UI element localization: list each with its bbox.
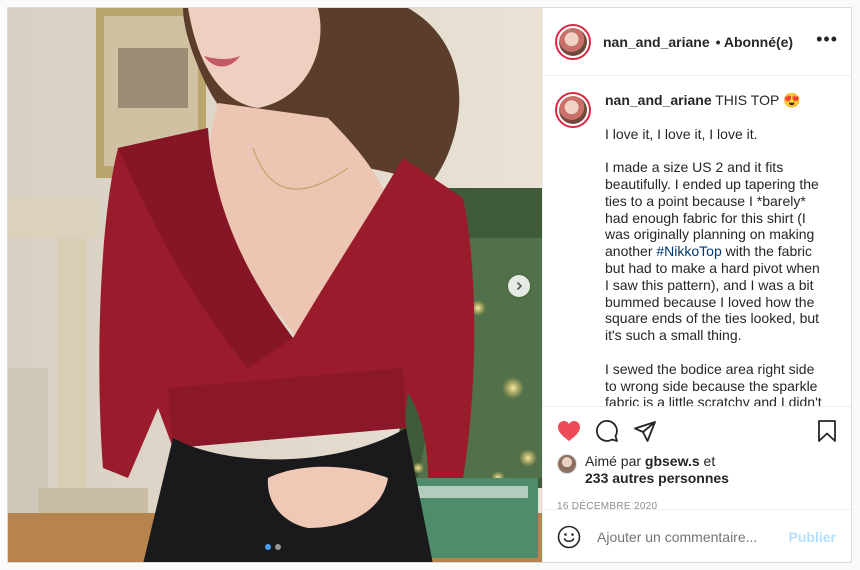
caption-row: nan_and_ariane THIS TOP 😍 I love it, I l… [555,92,836,406]
liker-username[interactable]: gbsew.s [645,453,700,469]
follow-status[interactable]: • Abonné(e) [716,34,794,50]
post-header: nan_and_ariane • Abonné(e) ••• [543,8,851,76]
likes-summary: Aimé par gbsew.s et 233 autres personnes [557,453,838,487]
emoji-icon[interactable] [557,525,581,549]
liker-avatar[interactable] [557,454,577,474]
heart-icon[interactable] [557,420,581,442]
caption-paragraph: I sewed the bodice area right side to wr… [605,360,822,406]
caption-author-avatar[interactable] [555,92,591,128]
likes-others[interactable]: 233 autres personnes [585,470,729,486]
bookmark-icon[interactable] [816,419,838,443]
carousel-dot [275,544,281,550]
post-photo[interactable] [8,8,542,562]
comment-bar: Publier [543,509,851,562]
caption-text: nan_and_ariane THIS TOP 😍 I love it, I l… [605,92,827,406]
comment-icon[interactable] [595,419,619,443]
share-icon[interactable] [633,419,657,443]
author-username[interactable]: nan_and_ariane [603,34,710,50]
action-icons [557,417,838,445]
caption-paragraph: I love it, I love it, I love it. [605,125,758,142]
hashtag-link[interactable]: #NikkoTop [656,243,721,259]
caption-username[interactable]: nan_and_ariane [605,92,712,108]
likes-suffix: et [699,453,716,469]
publish-button[interactable]: Publier [789,529,836,545]
actions-section: Aimé par gbsew.s et 233 autres personnes… [543,406,851,512]
more-icon[interactable]: ••• [816,30,838,50]
carousel-dot-active [265,544,271,550]
author-avatar[interactable] [555,23,591,60]
likes-prefix: Aimé par [585,453,645,469]
chevron-right-icon [516,281,523,291]
carousel-dots [265,544,281,550]
photo-illustration [8,8,542,562]
next-photo-button[interactable] [508,275,530,297]
comment-input[interactable] [595,528,789,546]
post-card: nan_and_ariane • Abonné(e) ••• nan_and_a… [7,7,852,563]
caption-area: nan_and_ariane THIS TOP 😍 I love it, I l… [543,76,851,406]
caption-title: THIS TOP 😍 [715,92,801,108]
post-sidebar: nan_and_ariane • Abonné(e) ••• nan_and_a… [542,8,851,562]
